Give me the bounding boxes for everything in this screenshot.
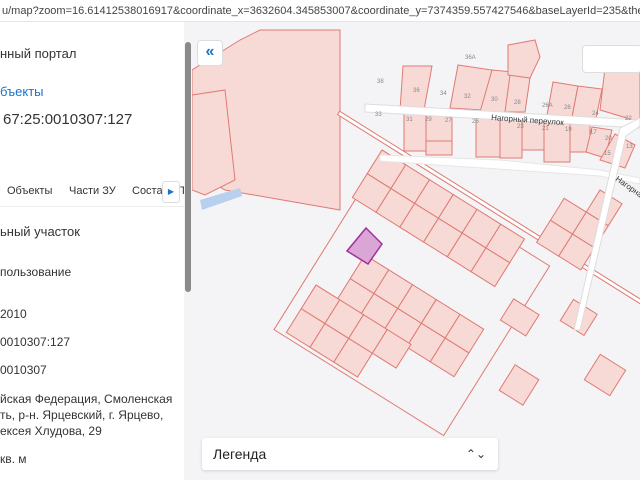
tabs-scroll-right-button[interactable]: ▶ [162,181,180,203]
address-bar[interactable]: u/map?zoom=16.61412538016917&coordinate_… [0,0,640,22]
map-canvas[interactable]: 36А 38 36 34 32 30 28 26А 33 31 29 27 25… [192,22,640,480]
house-number: 23 [517,124,524,130]
house-number: 26 [564,105,571,111]
house-number: 38 [377,79,384,85]
field-cadastral: 0010307:127 [0,335,71,349]
house-number: 20 [605,136,612,142]
map-layer: 36А 38 36 34 32 30 28 26А 33 31 29 27 25… [192,29,640,437]
field-date: 2010 [0,307,27,321]
cadastral-number-title: 67:25:0010307:127 [3,111,133,128]
objects-breadcrumb-link[interactable]: бъекты [0,84,44,99]
info-panel: нный портал бъекты 67:25:0010307:127 Объ… [0,22,192,480]
house-number: 34 [440,91,447,97]
legend-dropdown[interactable]: Легенда ⌃⌄ [202,438,498,470]
field-quarter: 0010307 [0,363,47,377]
house-number: 32 [464,94,471,100]
house-number: 25 [472,119,479,125]
house-number: 33 [375,112,382,118]
field-usage: пользование [0,265,72,279]
legend-label: Легенда [213,446,267,462]
house-number: 15 [604,151,611,157]
house-number: 24 [592,111,599,117]
collapse-panel-button[interactable]: « [197,40,223,66]
house-number: 22 [625,116,632,122]
house-number: 27 [445,118,452,124]
house-number: 19 [565,127,572,133]
panel-scrollbar[interactable] [184,22,192,480]
map-search-input[interactable] [582,45,640,73]
tab-composition[interactable]: Соста [132,185,163,197]
field-type: ьный участок [0,224,80,239]
house-number: 26А [542,103,553,109]
tabs-divider [0,206,184,207]
field-address-line1: йская Федерация, Смоленская [0,392,173,406]
house-number: 36 [413,88,420,94]
house-number: 21 [542,126,549,132]
house-number: 17 [590,130,597,136]
field-area: кв. м [0,452,27,466]
house-number: 13 [626,144,633,150]
house-number: 28 [514,100,521,106]
house-number: 29 [425,117,432,123]
scrollbar-thumb[interactable] [185,42,191,292]
field-address-line3: ексея Хлудова, 29 [0,424,102,438]
tab-objects[interactable]: Объекты [7,185,52,197]
house-number: 36А [465,55,476,61]
double-chevron-left-icon: « [205,43,215,60]
house-number: 31 [406,117,413,123]
field-address-line2: ть, р-н. Ярцевский, г. Ярцево, [0,408,164,422]
portal-title: нный портал [0,46,77,61]
house-number: 30 [491,97,498,103]
tab-parts[interactable]: Части ЗУ [69,185,116,197]
selected-parcel [345,226,383,266]
chevron-up-down-icon: ⌃⌄ [465,447,486,461]
